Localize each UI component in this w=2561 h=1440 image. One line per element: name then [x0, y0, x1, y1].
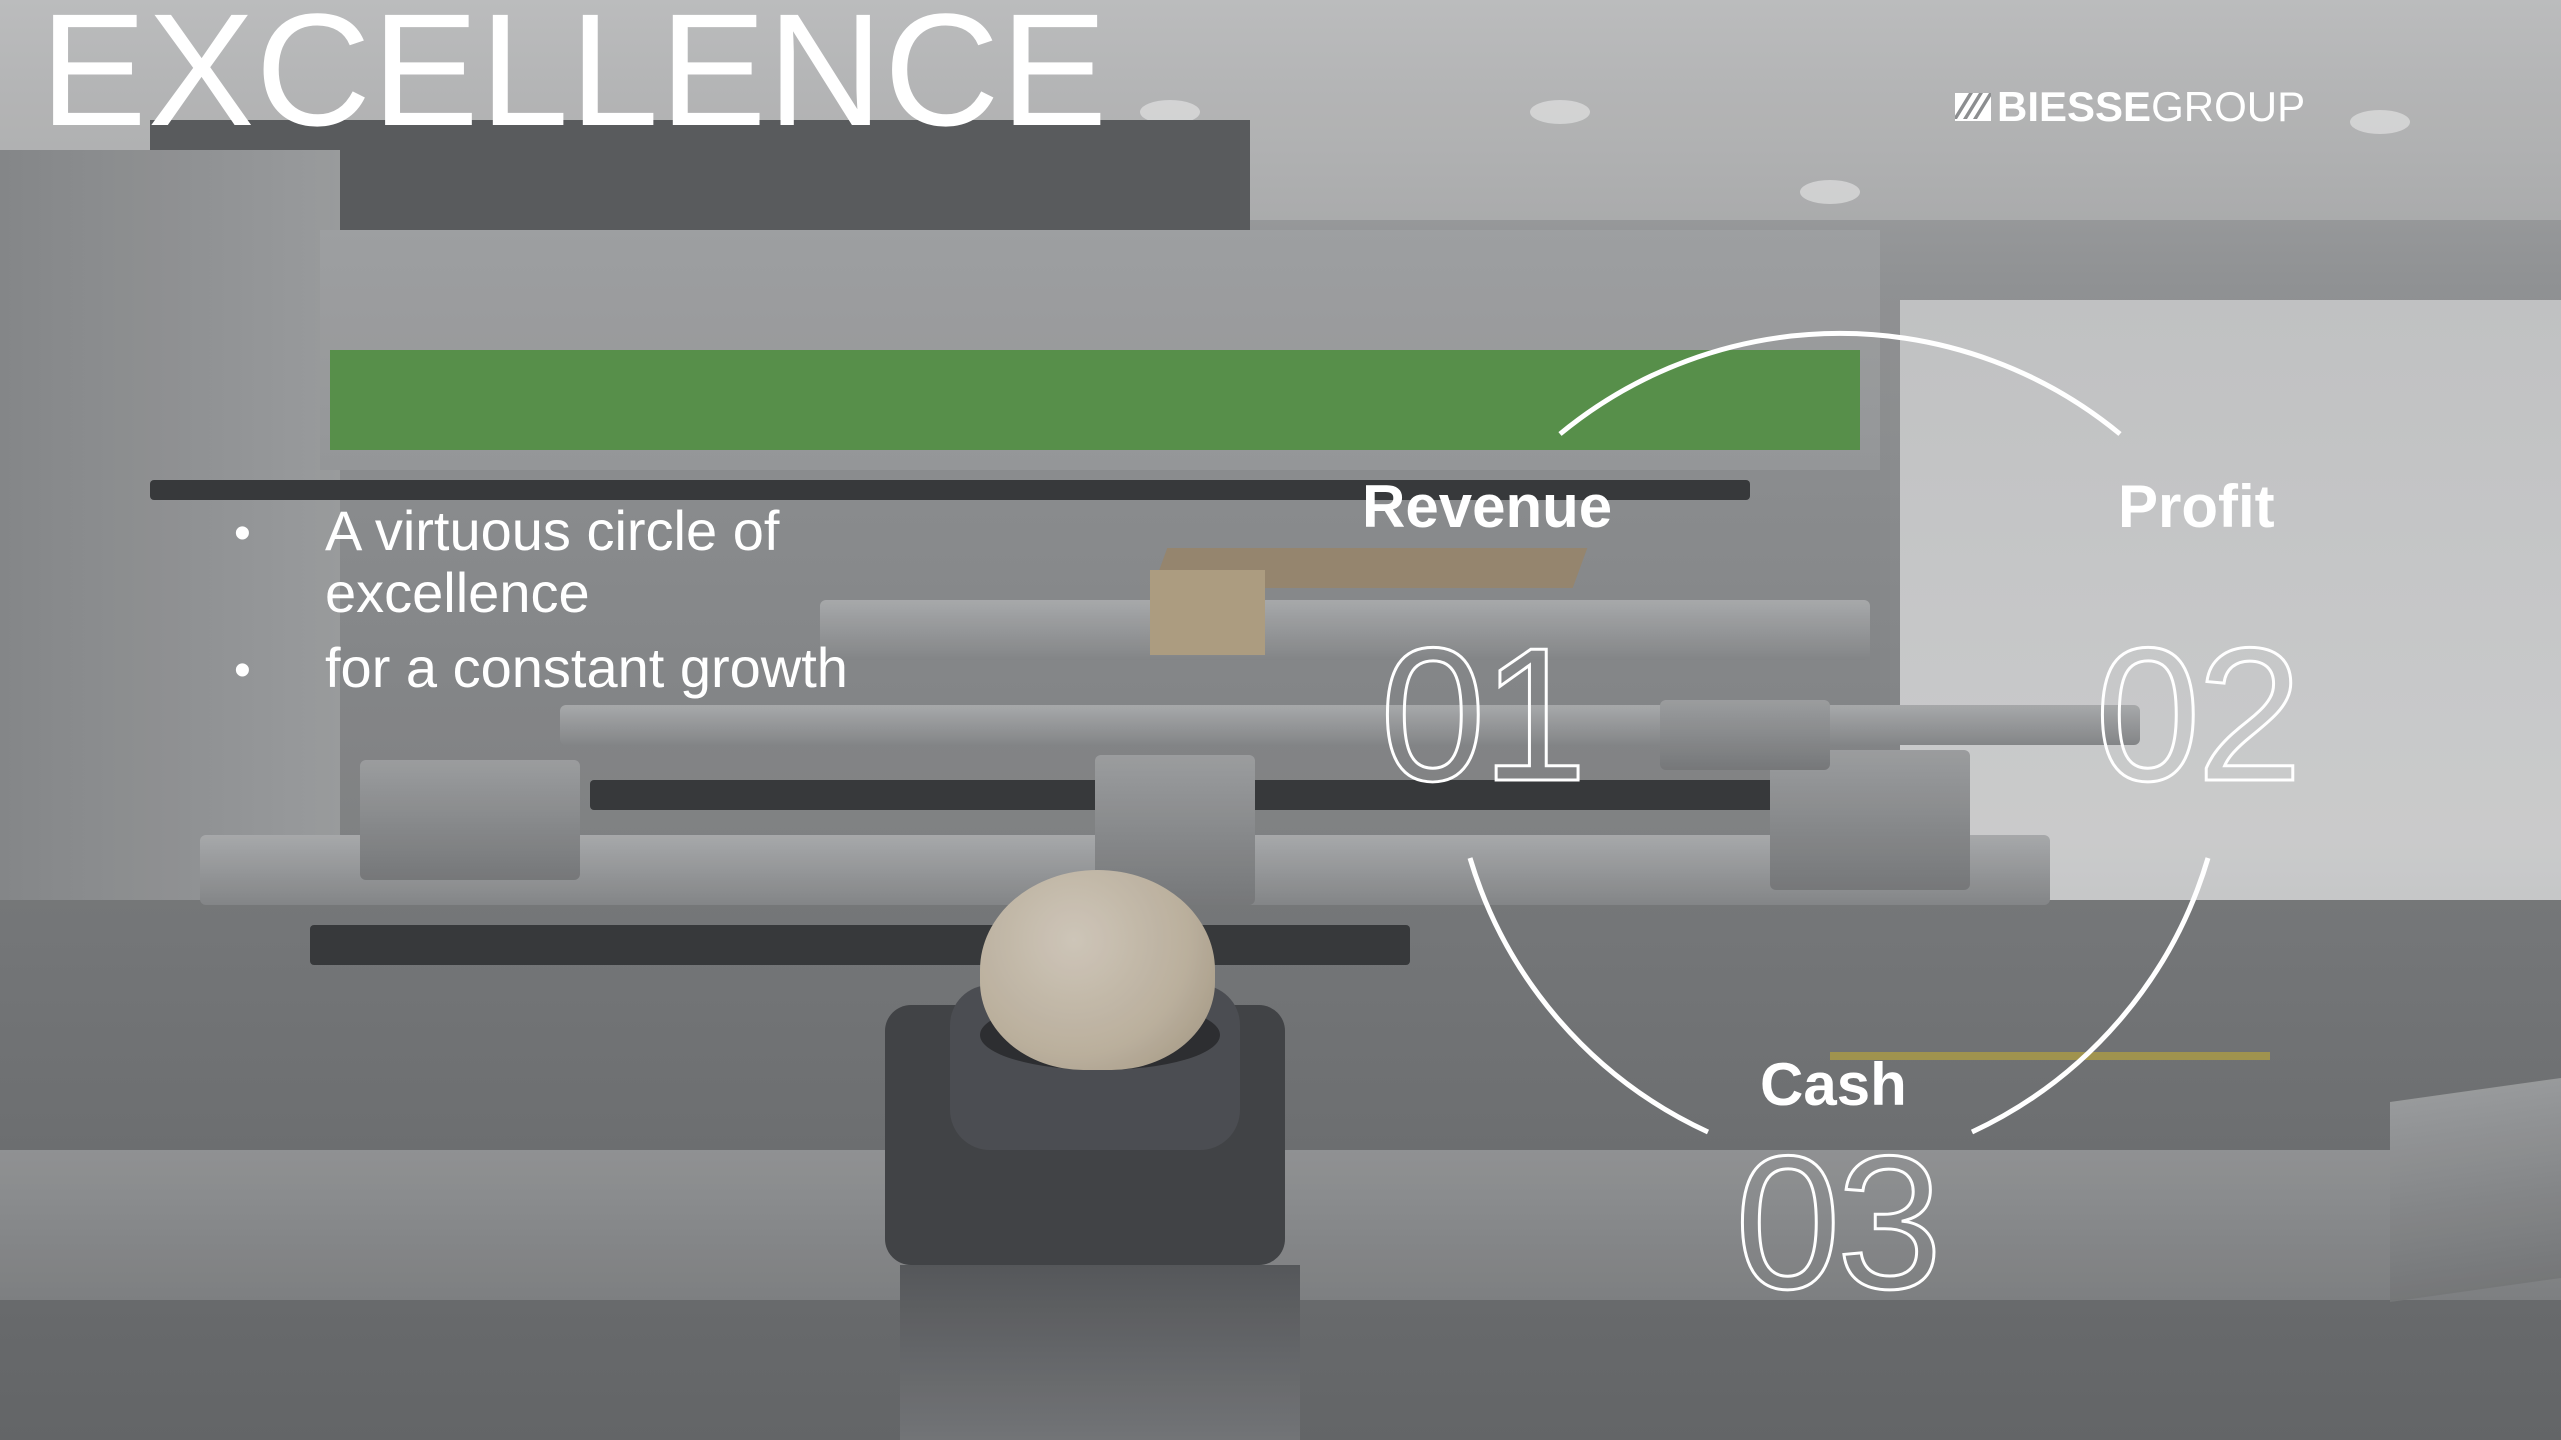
biesse-logo-mark-icon [1955, 93, 1991, 121]
bullet-text: for a constant growth [325, 636, 848, 700]
bullet-text: A virtuous circle of excellence [325, 499, 780, 624]
cycle-number-02: 02 [2093, 609, 2303, 821]
cycle-label-revenue: Revenue [1362, 473, 1613, 540]
slide-title: EXCELLENCE [40, 0, 1109, 159]
cycle-label-cash: Cash [1760, 1051, 1907, 1118]
bullet-item: • for a constant growth [230, 637, 950, 699]
bullet-dot-icon: • [234, 644, 251, 698]
cycle-number-01: 01 [1378, 609, 1588, 821]
slide: EXCELLENCE BIESSE GROUP • A virtuous cir… [0, 0, 2561, 1440]
logo-text-light: GROUP [2151, 83, 2306, 130]
bullet-list: • A virtuous circle of excellence • for … [230, 500, 950, 713]
bullet-dot-icon: • [234, 507, 251, 560]
cycle-label-profit: Profit [2118, 473, 2275, 540]
cycle-number-03: 03 [1733, 1117, 1943, 1329]
bullet-item: • A virtuous circle of excellence [230, 500, 950, 623]
logo-text-bold: BIESSE [1997, 83, 2152, 130]
biesse-group-logo: BIESSE GROUP [1955, 82, 2305, 132]
